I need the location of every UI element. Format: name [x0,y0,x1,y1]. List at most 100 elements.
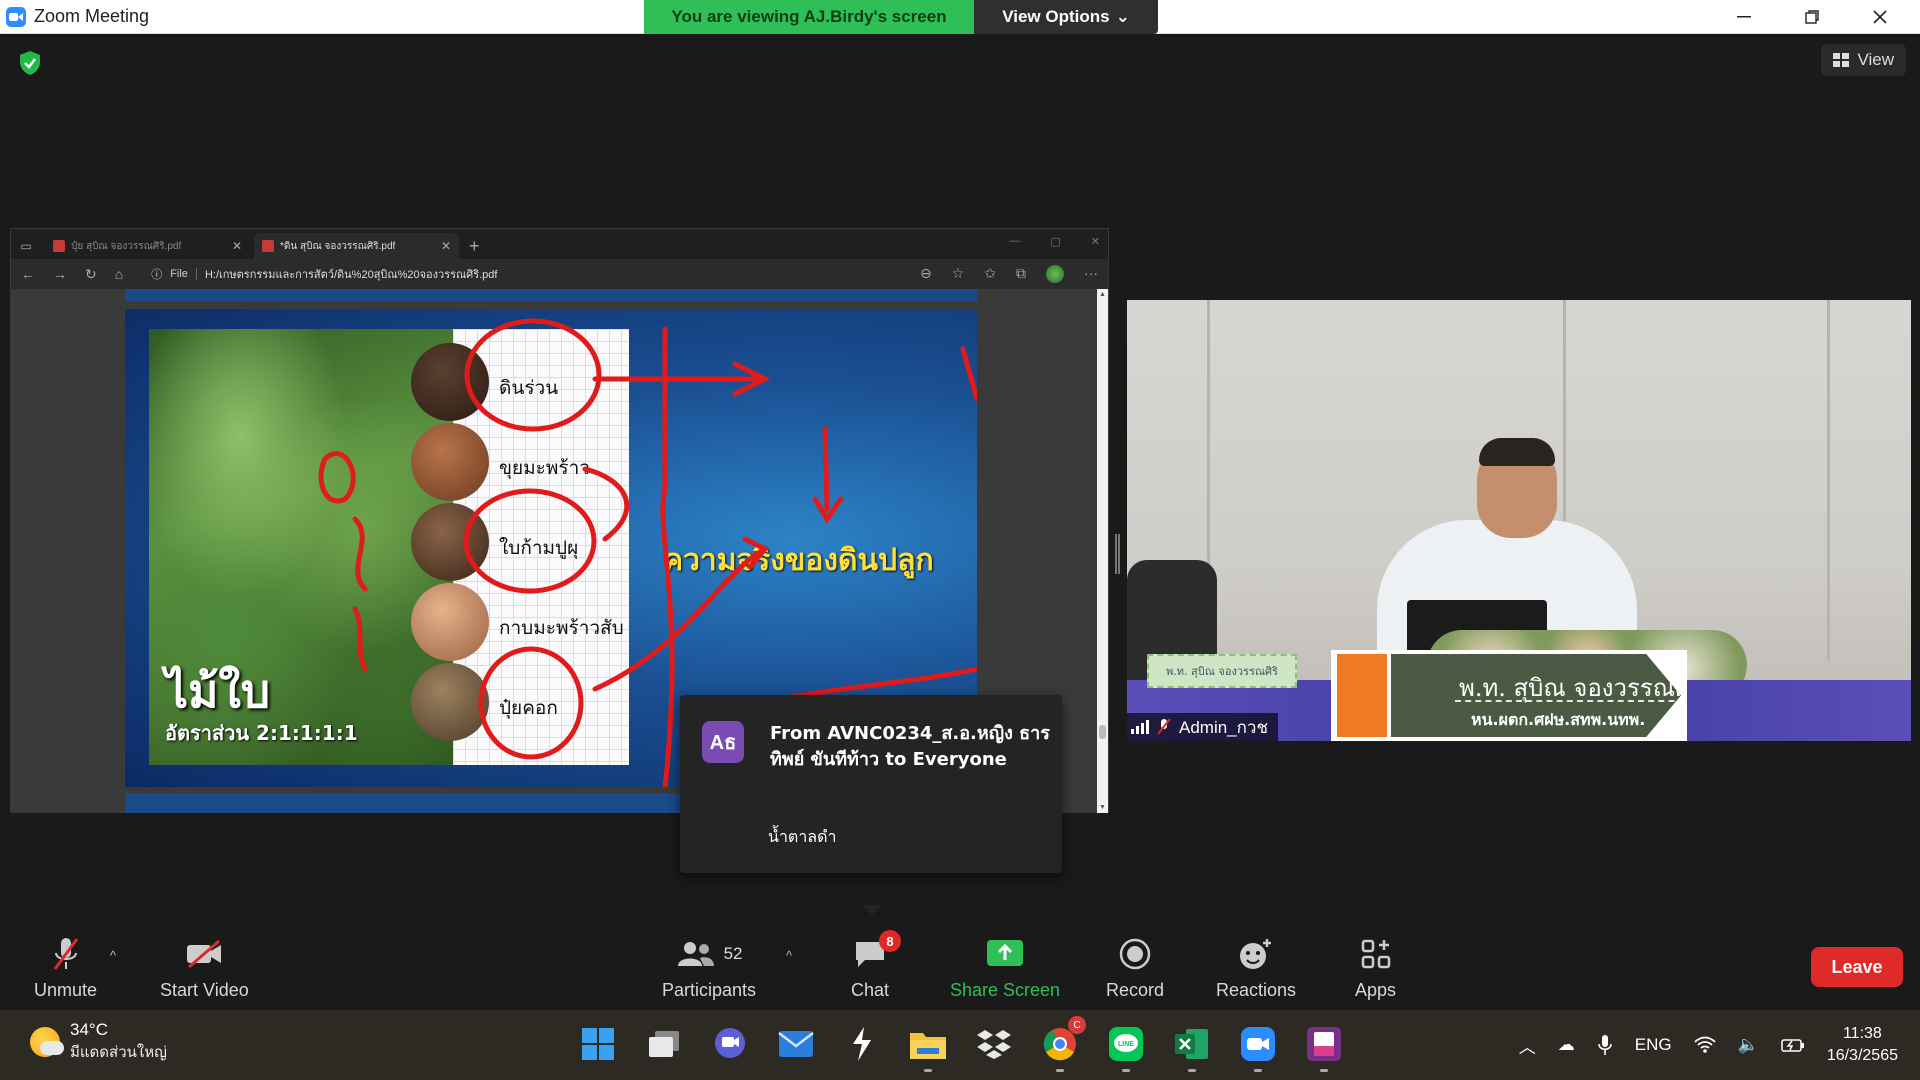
running-indicator [1320,1069,1328,1072]
back-icon[interactable]: ← [21,266,35,282]
browser-tab[interactable]: ปุ๋ย สุบิณ จองวรรณศิริ.pdf ✕ [45,233,250,259]
chat-icon: 8 [853,930,902,974]
scroll-down-icon[interactable]: ▼ [1099,804,1106,811]
address-prefix: File [170,268,197,280]
file-explorer-icon[interactable] [906,1022,950,1072]
start-video-button[interactable]: Start Video [160,934,249,1001]
url-text: H:/เกษตรกรรมและการสัตว์/ดิน%20สุบิณ%20จอ… [204,269,498,281]
svg-text:LINE: LINE [1118,1041,1134,1048]
browser-restore-icon[interactable]: ▢ [1050,235,1060,248]
leave-button[interactable]: Leave [1811,947,1903,987]
language-indicator[interactable]: ENG [1635,1035,1672,1055]
close-tab-icon[interactable]: ✕ [441,239,451,253]
excel-icon[interactable] [1170,1022,1214,1072]
panel-splitter[interactable] [1115,534,1120,574]
task-view-icon[interactable] [642,1022,686,1066]
chat-sender: From AVNC0234_ส.อ.หญิง ธารทิพย์ ขันทีท้า… [770,723,1050,770]
share-screen-icon [987,934,1024,974]
running-indicator [1056,1069,1064,1072]
tab-actions-icon[interactable]: ▭ [11,233,41,259]
chevron-up-icon[interactable]: ︿ [1519,1033,1536,1058]
refresh-icon[interactable]: ↻ [85,266,97,283]
start-icon[interactable] [576,1022,620,1066]
wifi-icon[interactable] [1694,1036,1716,1054]
reactions-button[interactable]: Reactions [1216,934,1296,1001]
nameplate-banner: พ.ท. สุบิณ จองวรรณศิริ หน.ผตก.ศฝษ.สทพ.นท… [1391,654,1681,737]
participants-options-caret-icon[interactable]: ^ [786,948,792,963]
reactions-label: Reactions [1216,980,1297,1000]
browser-close-icon[interactable]: ✕ [1091,235,1100,248]
wall-line [1827,300,1830,660]
new-tab-button[interactable]: + [459,233,490,259]
favorites-icon[interactable]: ✩ [984,265,996,283]
running-indicator [1188,1069,1196,1072]
teams-chat-icon[interactable] [708,1022,752,1066]
forward-icon[interactable]: → [53,266,67,282]
chat-unread-badge: 8 [879,930,902,952]
zoom-out-icon[interactable]: ⊖ [920,265,932,283]
audio-options-caret-icon[interactable]: ^ [110,948,116,963]
chat-notification[interactable]: Aธ From AVNC0234_ส.อ.หญิง ธารทิพย์ ขันที… [680,695,1062,873]
system-clock[interactable]: 11:38 16/3/2565 [1827,1023,1898,1067]
browser-tab-strip: ▭ ปุ๋ย สุบิณ จองวรรณศิริ.pdf ✕ *ดิน สุบิ… [11,229,1108,259]
chat-message: น้ำตาลดำ [768,827,837,846]
chat-button[interactable]: 8 Chat [851,930,902,1001]
scroll-up-icon[interactable]: ▲ [1099,291,1106,298]
share-screen-button[interactable]: Share Screen [950,934,1060,1001]
signal-strength-icon [1131,720,1149,734]
taskbar-apps: C LINE [576,1016,1346,1072]
chrome-icon[interactable]: C [1038,1016,1086,1072]
browser-minimize-icon[interactable]: — [1009,235,1020,248]
add-favorite-icon[interactable]: ☆ [952,265,965,283]
view-options-button[interactable]: View Options ⌄ [974,0,1158,34]
unmute-button[interactable]: Unmute [34,934,97,1001]
microphone-icon[interactable] [1597,1034,1613,1056]
home-icon[interactable]: ⌂ [115,266,123,282]
participant-label: Admin_กวช [1127,713,1279,741]
minimize-button[interactable] [1710,0,1778,34]
pdf-app-icon[interactable] [1302,1022,1346,1072]
info-icon: ⓘ [151,269,163,281]
apps-label: Apps [1355,980,1397,1000]
onedrive-cloud-icon[interactable]: ☁ [1558,1035,1575,1055]
speaker-video-tile[interactable]: พ.ท. สุบิณ จองวรรณศิริ พ.ท. สุบิณ จองวรร… [1127,300,1911,741]
browser-tab-active[interactable]: *ดิน สุบิณ จองวรรณศิริ.pdf ✕ [254,233,459,259]
line-icon[interactable]: LINE [1104,1022,1148,1072]
browser-window-controls: — ▢ ✕ [1009,235,1100,248]
weather-temperature: 34°C [70,1020,108,1039]
chrome-profile-badge: C [1068,1016,1086,1034]
participants-label: Participants [662,980,757,1000]
small-nameplate: พ.ท. สุบิณ จองวรรณศิริ [1147,654,1297,688]
close-button[interactable] [1846,0,1914,34]
volume-icon[interactable]: 🔈 [1738,1035,1759,1055]
pdf-scrollbar[interactable]: ▲ ▼ [1097,289,1108,813]
pdf-icon [53,240,65,252]
dropbox-icon[interactable] [972,1022,1016,1066]
scrollbar-thumb[interactable] [1099,725,1106,739]
battery-charging-icon[interactable] [1781,1037,1805,1053]
view-layout-button[interactable]: View [1821,44,1906,76]
window-titlebar: Zoom Meeting You are viewing AJ.Birdy's … [0,0,1920,34]
weather-widget[interactable]: 34°C มีแดดส่วนใหญ่ [30,1020,167,1064]
zoom-icon[interactable] [1236,1022,1280,1072]
address-bar[interactable]: ⓘ File H:/เกษตรกรรมและการสัตว์/ดิน%20สุบ… [151,265,902,283]
record-button[interactable]: Record [1106,934,1164,1001]
apps-icon [1361,934,1391,974]
weather-description: มีแดดส่วนใหญ่ [70,1043,167,1061]
profile-avatar[interactable] [1046,265,1064,283]
more-icon[interactable]: ··· [1084,265,1098,283]
app-icon[interactable] [840,1022,884,1066]
close-tab-icon[interactable]: ✕ [232,239,242,253]
restore-button[interactable] [1778,0,1846,34]
running-indicator [924,1069,932,1072]
nameplate-accent [1337,654,1387,737]
apps-button[interactable]: Apps [1355,934,1396,1001]
mail-icon[interactable] [774,1022,818,1066]
participant-name: Admin_กวช [1179,717,1269,737]
participants-button[interactable]: 52 Participants [662,934,756,1001]
window-title: Zoom Meeting [34,6,150,26]
clock-date: 16/3/2565 [1826,1047,1898,1064]
muted-mic-icon [51,934,81,974]
encryption-shield-icon[interactable] [18,50,42,81]
collections-icon[interactable]: ⧉ [1016,265,1026,283]
